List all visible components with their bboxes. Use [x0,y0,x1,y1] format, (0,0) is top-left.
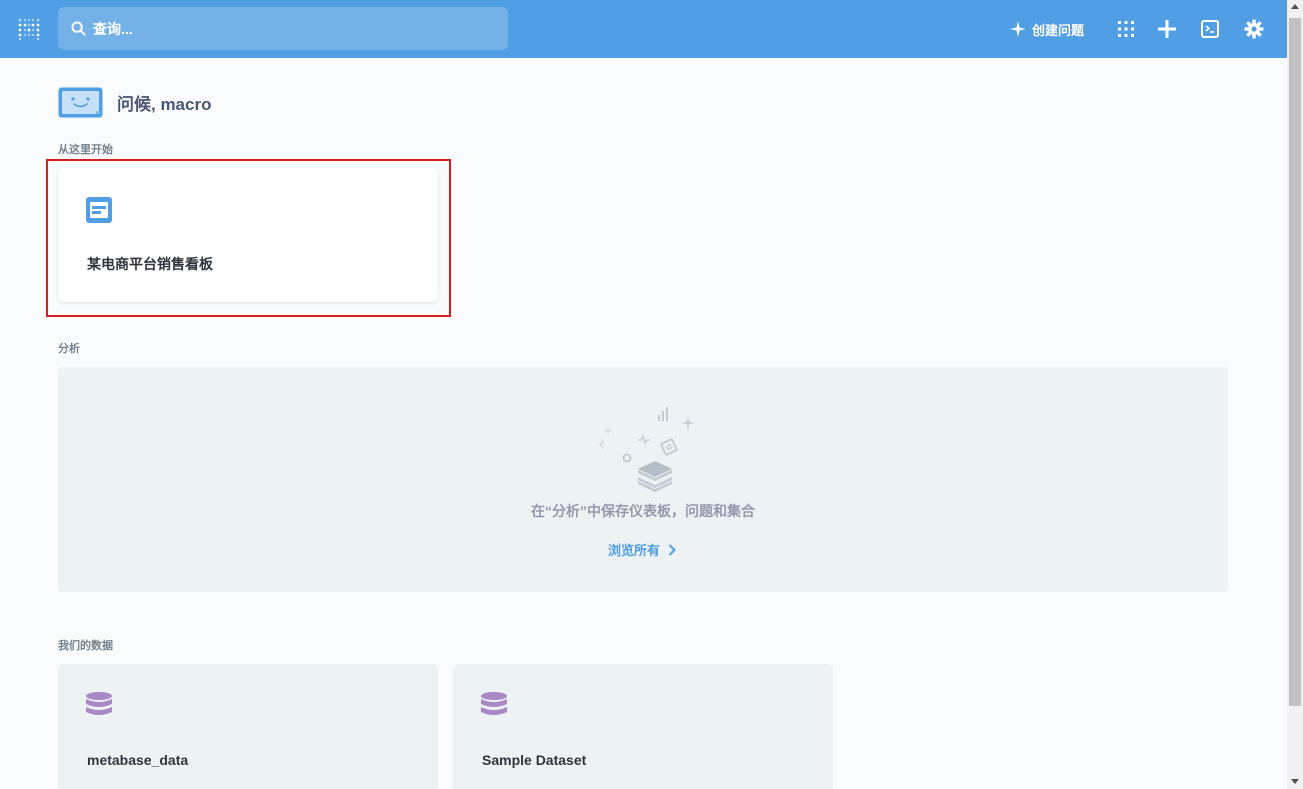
database-card-metabase-data[interactable]: metabase_data [58,664,438,789]
grid-icon[interactable] [1116,19,1136,39]
metabase-logo-icon[interactable] [17,17,41,41]
sparkle-icon [1010,21,1026,37]
create-question-button[interactable]: 创建问题 [1010,16,1084,42]
greeting: 问候, macro [58,87,211,118]
database-icon [481,692,507,715]
database-card-title: Sample Dataset [482,752,587,768]
dashboard-card[interactable]: 某电商平台销售看板 [58,168,438,302]
scrollbar-thumb[interactable] [1289,18,1301,706]
greeting-text: 问候, macro [117,95,212,114]
browse-all-label: 浏览所有 [608,543,661,558]
search-bar[interactable] [58,7,508,50]
section-label-analytics: 分析 [58,343,80,355]
search-icon [71,21,86,36]
scroll-up-arrow-icon[interactable] [1291,4,1299,9]
scroll-down-arrow-icon[interactable] [1291,779,1299,784]
database-icon [86,692,112,715]
page-scrollbar[interactable] [1287,0,1303,789]
analytics-empty-message: 在“分析”中保存仪表板，问题和集合 [531,503,755,519]
dashboard-card-title: 某电商平台销售看板 [87,256,213,272]
search-input[interactable] [93,7,493,50]
analytics-empty-state: 在“分析”中保存仪表板，问题和集合 浏览所有 [58,367,1228,592]
section-label-our-data: 我们的数据 [58,640,113,652]
empty-collection-illustration-icon [599,407,695,492]
create-question-label: 创建问题 [1032,22,1085,38]
chevron-right-icon [668,543,676,556]
database-card-sample-dataset[interactable]: Sample Dataset [453,664,833,789]
section-label-start-here: 从这里开始 [58,144,113,156]
plus-icon[interactable] [1157,19,1177,39]
database-card-title: metabase_data [87,752,189,768]
dashboard-icon [86,197,112,223]
smiling-monitor-icon [58,87,103,118]
top-navbar: 创建问题 [0,0,1287,58]
browse-all-link[interactable]: 浏览所有 [608,540,676,559]
terminal-icon[interactable] [1200,19,1220,39]
gear-icon[interactable] [1244,19,1264,39]
